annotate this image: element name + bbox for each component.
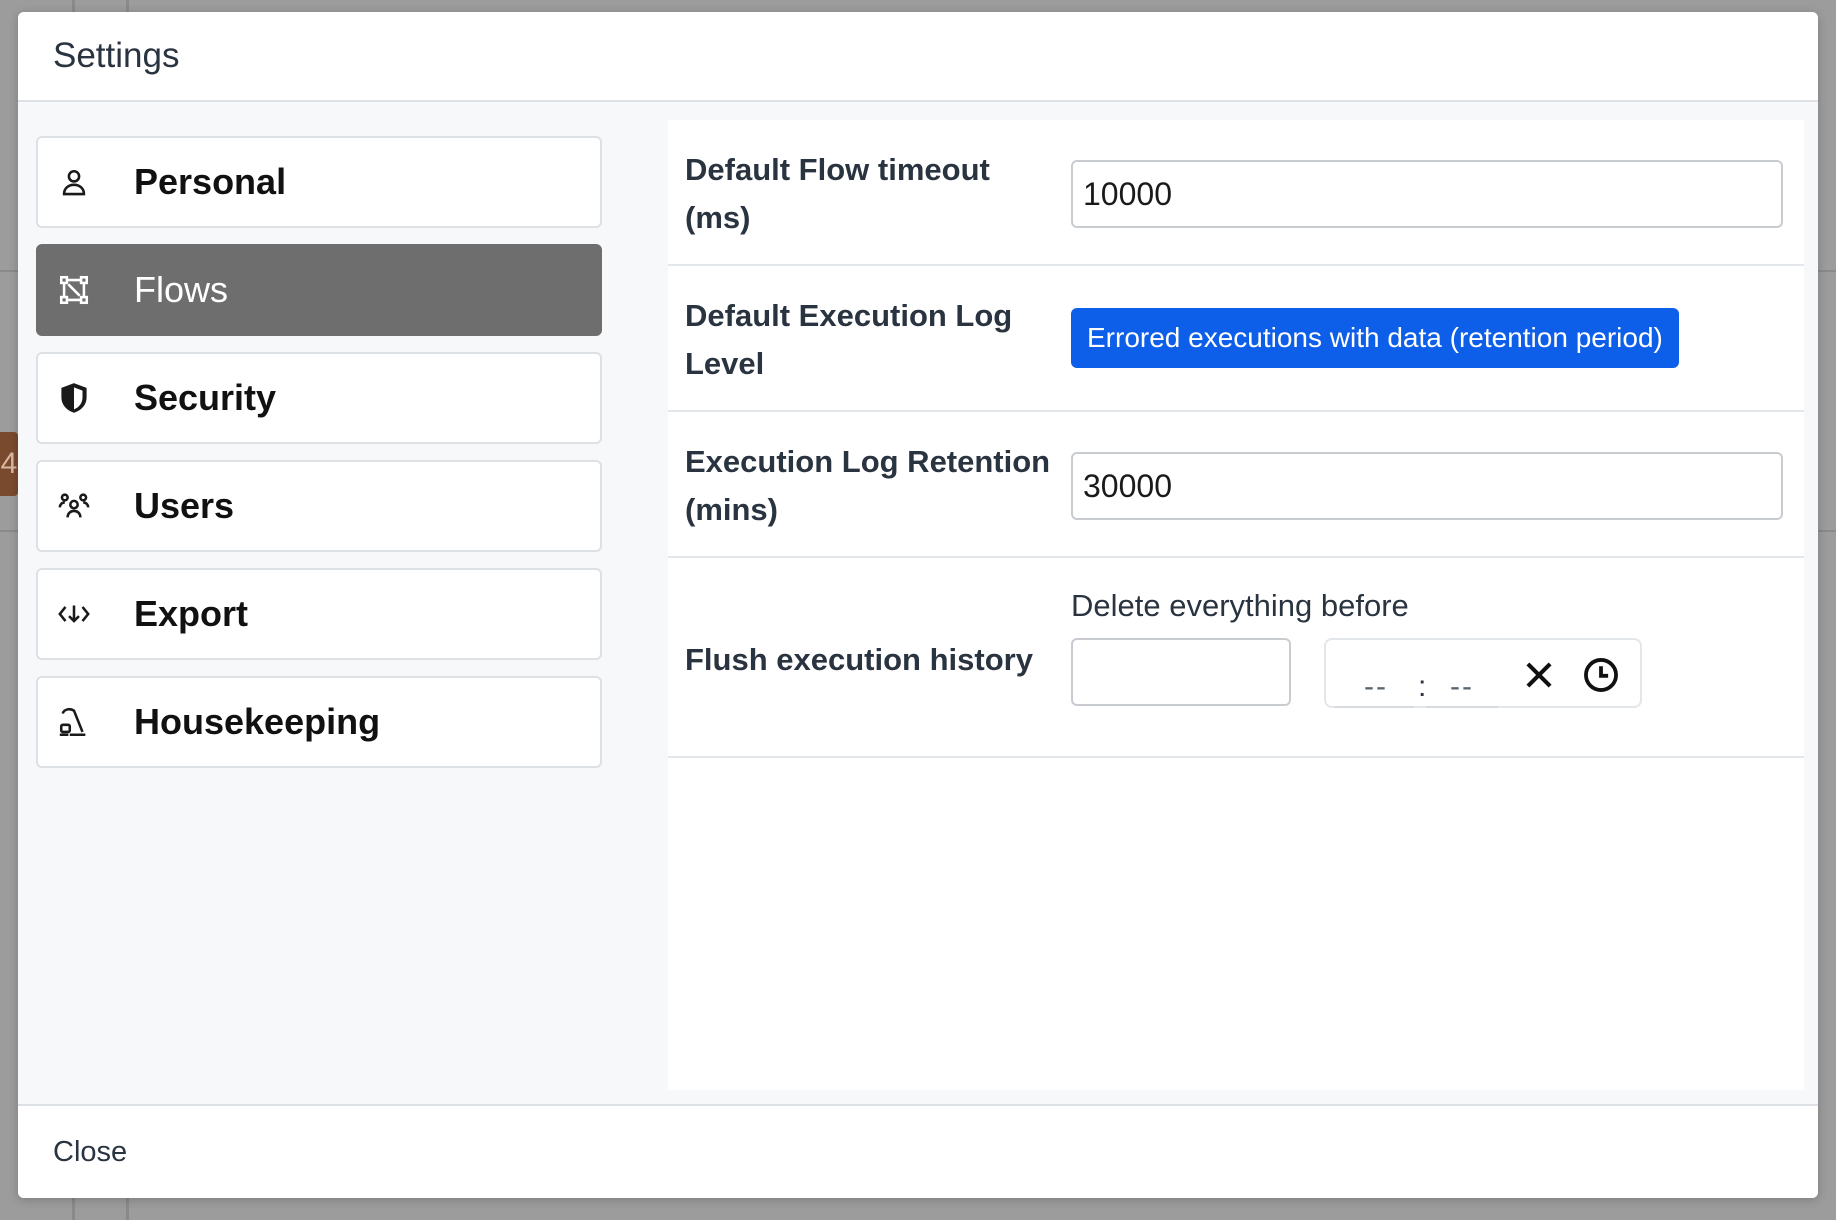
sidebar-item-flows[interactable]: Flows xyxy=(36,244,602,336)
flush-history-label: Flush execution history xyxy=(685,642,1033,677)
sidebar-item-label: Export xyxy=(134,593,249,634)
sidebar-item-security[interactable]: Security xyxy=(36,352,602,444)
setting-row-log-level: Default Execution Log Level Errored exec… xyxy=(668,266,1804,412)
sidebar-item-personal[interactable]: Personal xyxy=(36,136,602,228)
background-badge: 4 xyxy=(0,432,18,496)
modal-header: Settings xyxy=(18,12,1818,102)
setting-row-log-retention: Execution Log Retention (mins) xyxy=(668,412,1804,558)
time-separator: : xyxy=(1418,670,1429,703)
minutes-underline xyxy=(1426,706,1498,708)
sidebar-item-housekeeping[interactable]: Housekeeping xyxy=(36,676,602,768)
flush-time-picker: -- : -- xyxy=(1324,638,1642,708)
sidebar-item-label: Security xyxy=(134,377,277,418)
log-retention-label: Execution Log Retention (mins) xyxy=(685,444,1051,527)
sidebar-item-label: Personal xyxy=(134,161,287,202)
hours-field[interactable]: -- xyxy=(1364,670,1388,704)
sidebar-item-label: Users xyxy=(134,485,235,526)
sidebar-item-users[interactable]: Users xyxy=(36,460,602,552)
shield-icon xyxy=(56,380,92,416)
sidebar-item-label: Flows xyxy=(134,269,229,310)
minutes-field[interactable]: -- xyxy=(1450,670,1474,704)
hours-underline xyxy=(1334,706,1414,708)
modal-title: Settings xyxy=(53,36,180,75)
settings-modal: Settings Personal Flows Security Users E… xyxy=(18,12,1818,1198)
flows-icon xyxy=(56,272,92,308)
flush-date-input[interactable] xyxy=(1071,638,1291,706)
flow-timeout-input[interactable] xyxy=(1071,160,1783,228)
person-icon xyxy=(56,164,92,200)
close-button[interactable]: Close xyxy=(53,1136,127,1169)
flows-settings-panel: Default Flow timeout (ms) Default Execut… xyxy=(668,120,1804,1090)
users-icon xyxy=(56,488,92,524)
flush-caption: Delete everything before xyxy=(1071,588,1409,623)
vacuum-icon xyxy=(56,704,92,740)
settings-sidebar: Personal Flows Security Users Export Hou… xyxy=(36,136,602,784)
setting-row-flush-history: Flush execution history Delete everythin… xyxy=(668,558,1804,758)
log-level-label: Default Execution Log Level xyxy=(685,298,1013,381)
sidebar-item-label: Housekeeping xyxy=(134,701,381,742)
setting-row-flow-timeout: Default Flow timeout (ms) xyxy=(668,120,1804,266)
export-icon xyxy=(56,596,92,632)
log-retention-input[interactable] xyxy=(1071,452,1783,520)
modal-footer: Close xyxy=(18,1104,1818,1198)
sidebar-item-export[interactable]: Export xyxy=(36,568,602,660)
clear-time-icon[interactable] xyxy=(1520,656,1558,694)
clock-icon[interactable] xyxy=(1582,656,1620,694)
log-level-dropdown[interactable]: Errored executions with data (retention … xyxy=(1071,308,1679,368)
flow-timeout-label: Default Flow timeout (ms) xyxy=(685,152,990,235)
